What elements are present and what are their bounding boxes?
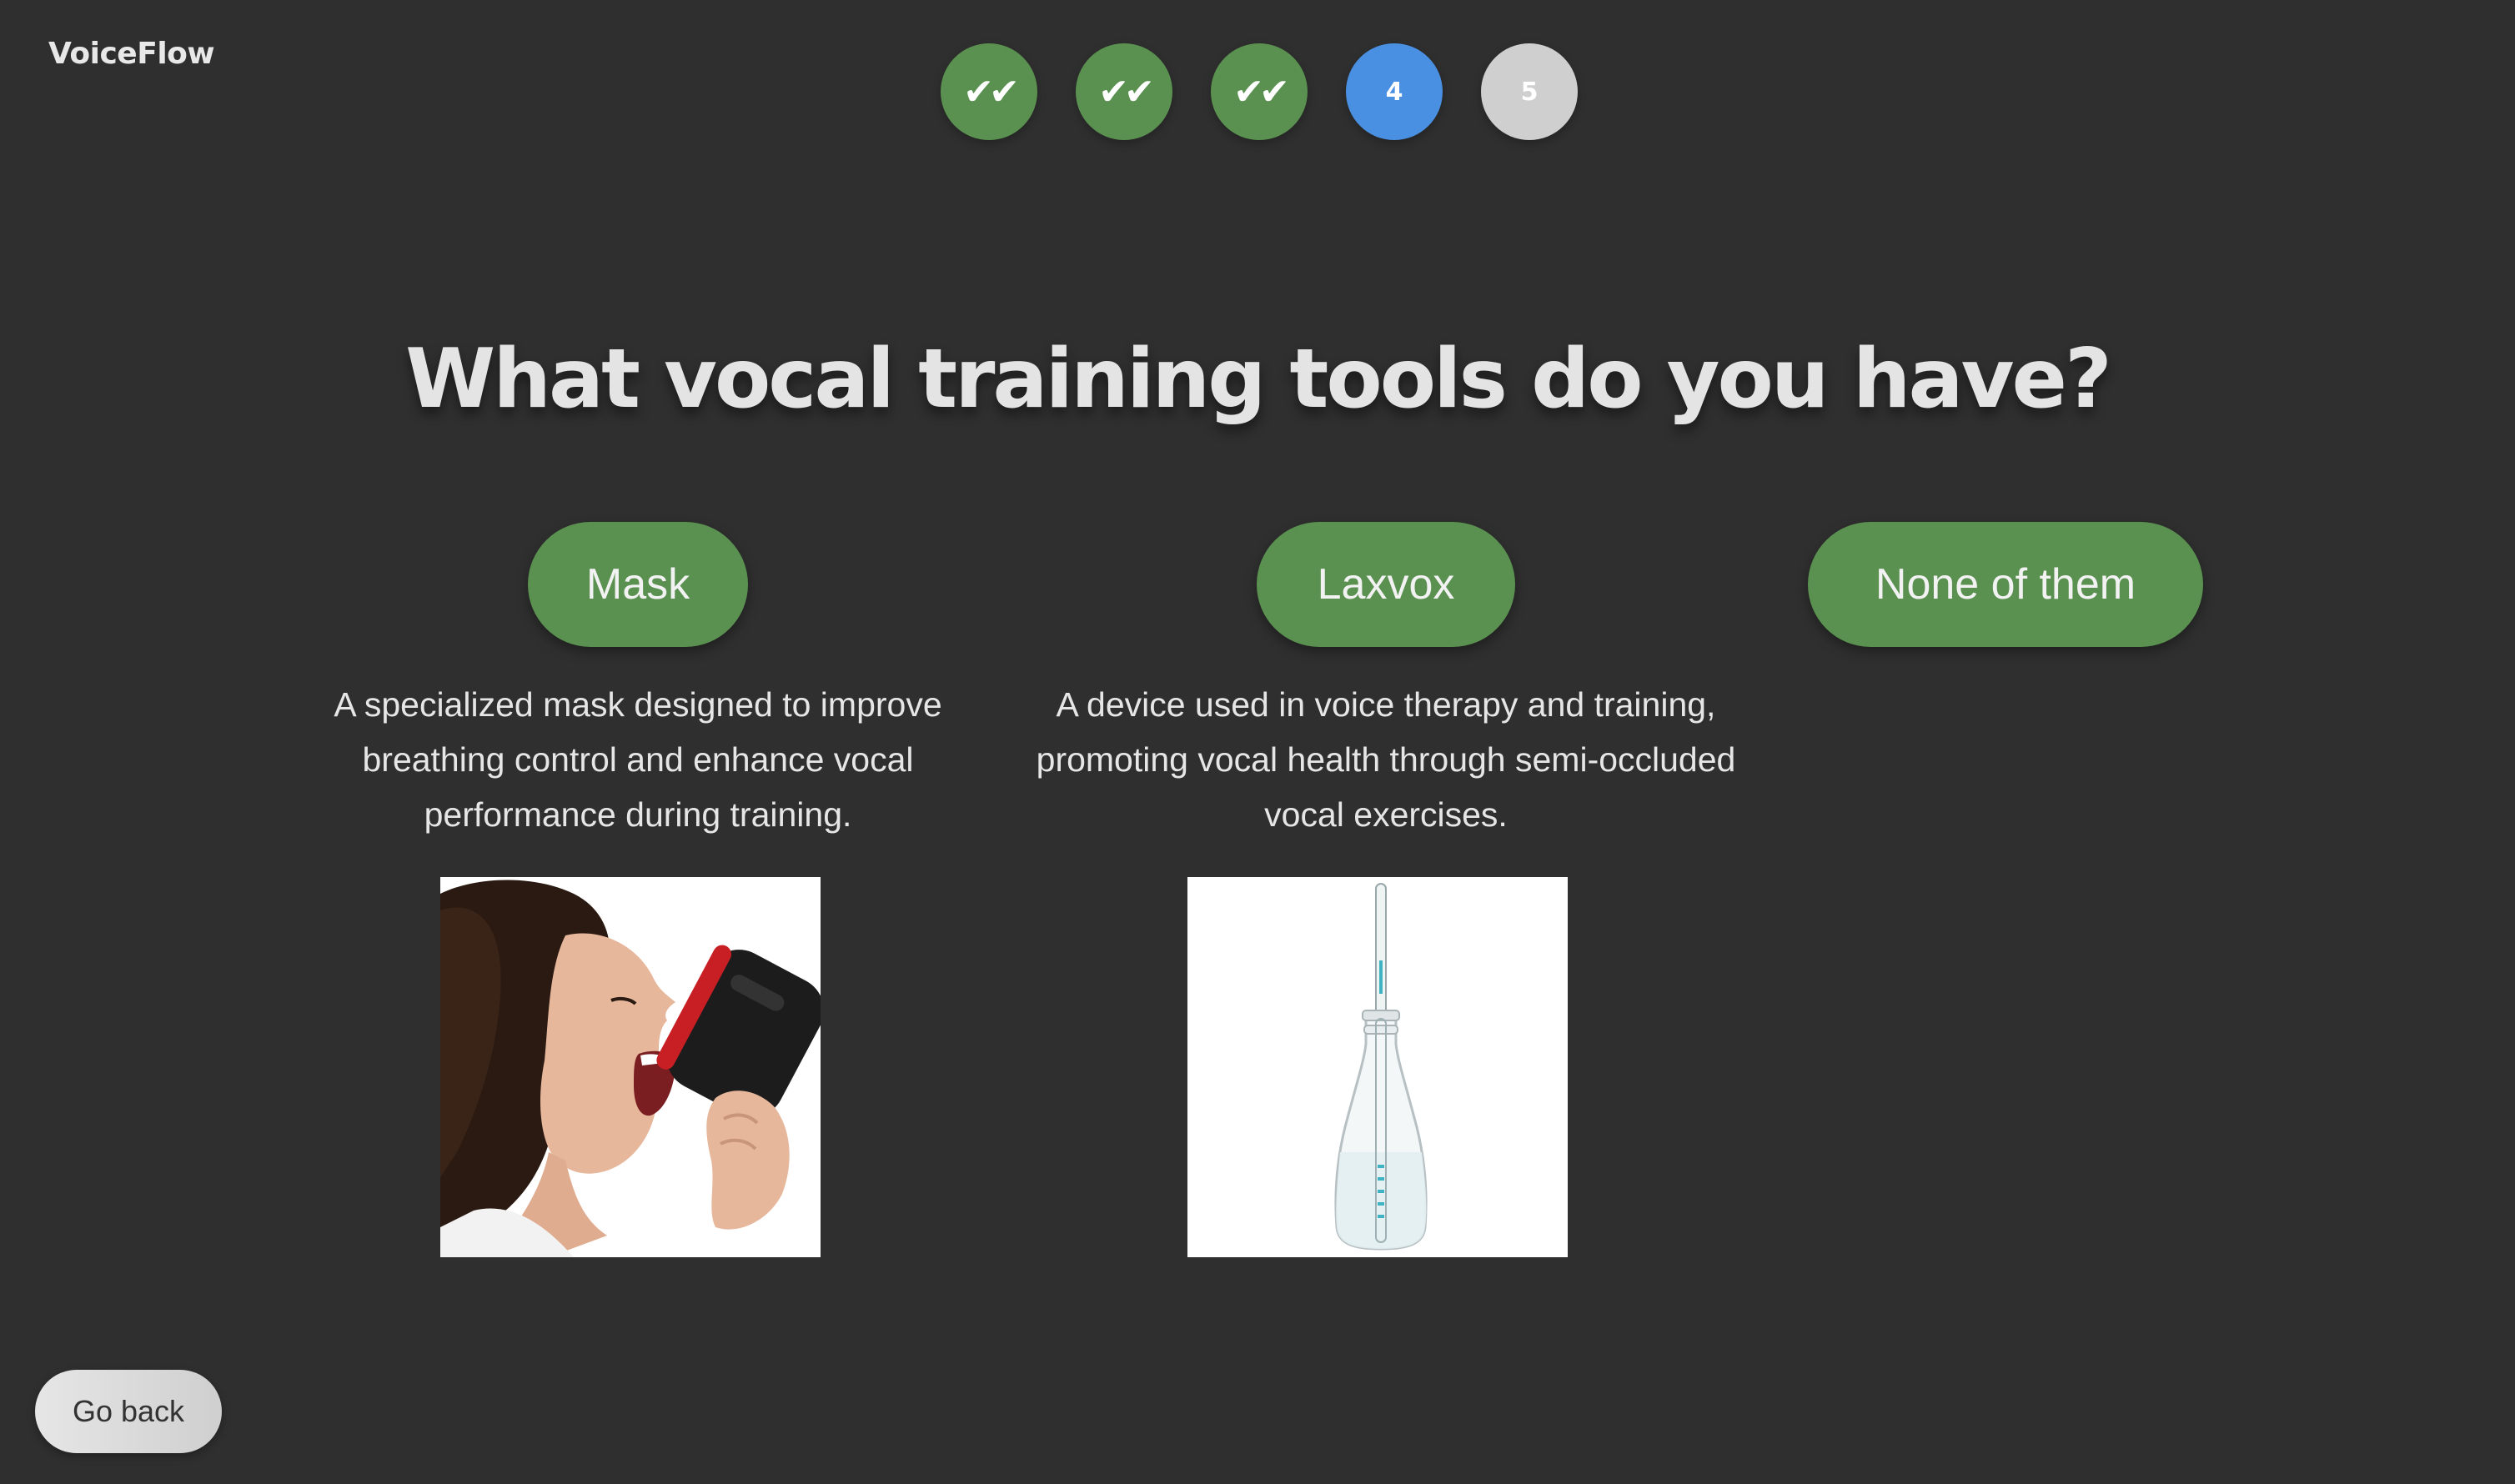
- option-none-button[interactable]: None of them: [1808, 522, 2203, 647]
- brand-logo: VoiceFlow: [48, 37, 215, 71]
- step-4-current: 4: [1346, 43, 1443, 140]
- step-2-completed: ✔✔: [1076, 43, 1172, 140]
- go-back-button[interactable]: Go back: [35, 1370, 222, 1453]
- option-laxvox-description: A device used in voice therapy and train…: [1036, 685, 1736, 834]
- breathing-mask-illustration: [440, 877, 821, 1257]
- laxvox-image: [1187, 877, 1568, 1257]
- option-laxvox-button[interactable]: Laxvox: [1257, 522, 1515, 647]
- question-title: What vocal training tools do you have?: [405, 332, 2112, 427]
- progress-stepper: ✔✔ ✔✔ ✔✔ 4 5: [941, 43, 1578, 140]
- laxvox-bottle-illustration: [1187, 877, 1568, 1257]
- step-3-completed: ✔✔: [1211, 43, 1308, 140]
- option-mask-button[interactable]: Mask: [528, 522, 748, 647]
- step-1-completed: ✔✔: [941, 43, 1037, 140]
- step-5-upcoming: 5: [1481, 43, 1578, 140]
- mask-image: [440, 877, 821, 1257]
- option-mask-description: A specialized mask designed to improve b…: [334, 685, 942, 834]
